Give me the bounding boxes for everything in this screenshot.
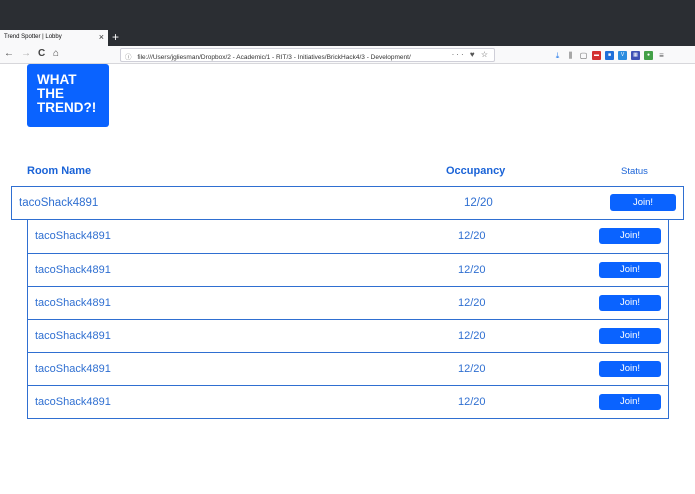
room-list: tacoShack4891 12/20 Join! tacoShack4891 …	[27, 219, 669, 419]
close-icon[interactable]: ×	[99, 32, 104, 42]
home-icon[interactable]: ⌂	[53, 48, 59, 60]
extension-green-icon[interactable]: ●	[644, 50, 653, 60]
header-occupancy: Occupancy	[446, 165, 506, 177]
tab-title: Trend Spotter | Lobby	[4, 34, 62, 40]
table-row: tacoShack4891 12/20 Join!	[28, 253, 668, 286]
new-tab-icon[interactable]: +	[112, 31, 119, 43]
forward-icon[interactable]: →	[21, 48, 31, 60]
table-row: tacoShack4891 12/20 Join!	[28, 286, 668, 319]
join-button[interactable]: Join!	[599, 228, 661, 244]
browser-nav-bar: ← → C ⌂ ⓘ file:///Users/jgliesman/Dropbo…	[0, 46, 695, 64]
join-button[interactable]: Join!	[599, 262, 661, 278]
join-button[interactable]: Join!	[599, 328, 661, 344]
table-row: tacoShack4891 12/20 Join!	[28, 319, 668, 352]
room-occupancy: 12/20	[458, 264, 486, 276]
browser-tab[interactable]: Trend Spotter | Lobby ×	[0, 30, 108, 46]
sidebar-icon[interactable]: ▢	[579, 51, 588, 60]
room-occupancy: 12/20	[464, 197, 493, 209]
toolbar-icons: ⤓ ⫼ ▢ ▬ ■ V ▦ ● ≡	[553, 49, 666, 61]
logo-line-3: TREND?!	[37, 100, 97, 115]
table-row-highlighted: tacoShack4891 12/20 Join!	[11, 186, 684, 220]
page-actions-icon[interactable]: ··· ♥ ☆	[452, 50, 490, 59]
join-button[interactable]: Join!	[599, 394, 661, 410]
logo-line-1: WHAT	[37, 72, 77, 87]
table-row: tacoShack4891 12/20 Join!	[28, 220, 668, 253]
room-occupancy: 12/20	[458, 363, 486, 375]
download-icon[interactable]: ⤓	[553, 51, 562, 60]
extension-red-icon[interactable]: ▬	[592, 50, 601, 60]
room-occupancy: 12/20	[458, 230, 486, 242]
table-row: tacoShack4891 12/20 Join!	[28, 352, 668, 385]
header-status: Status	[621, 166, 648, 177]
room-name: tacoShack4891	[35, 297, 111, 309]
room-name: tacoShack4891	[35, 330, 111, 342]
table-row: tacoShack4891 12/20 Join!	[28, 385, 668, 418]
extension-v-icon[interactable]: V	[618, 50, 627, 60]
room-name: tacoShack4891	[19, 197, 99, 209]
library-icon[interactable]: ⫼	[566, 51, 575, 60]
room-name: tacoShack4891	[35, 264, 111, 276]
extension-blue-icon[interactable]: ■	[605, 50, 614, 60]
room-occupancy: 12/20	[458, 330, 486, 342]
room-name: tacoShack4891	[35, 396, 111, 408]
info-icon[interactable]: ⓘ	[125, 54, 132, 61]
join-button[interactable]: Join!	[599, 361, 661, 377]
room-name: tacoShack4891	[35, 230, 111, 242]
room-occupancy: 12/20	[458, 396, 486, 408]
room-name: tacoShack4891	[35, 363, 111, 375]
join-button[interactable]: Join!	[599, 295, 661, 311]
reload-icon[interactable]: C	[38, 48, 45, 60]
room-occupancy: 12/20	[458, 297, 486, 309]
extension-grid-icon[interactable]: ▦	[631, 50, 640, 60]
logo-line-2: THE	[37, 86, 64, 101]
back-icon[interactable]: ←	[4, 48, 14, 60]
logo: WHAT THE TREND?!	[27, 64, 109, 127]
menu-icon[interactable]: ≡	[657, 51, 666, 60]
browser-tab-bar: Trend Spotter | Lobby × +	[0, 0, 695, 46]
url-bar[interactable]: ⓘ file:///Users/jgliesman/Dropbox/2 - Ac…	[120, 48, 495, 62]
url-text: file:///Users/jgliesman/Dropbox/2 - Acad…	[137, 54, 411, 61]
join-button[interactable]: Join!	[610, 194, 676, 211]
header-room-name: Room Name	[27, 165, 92, 177]
